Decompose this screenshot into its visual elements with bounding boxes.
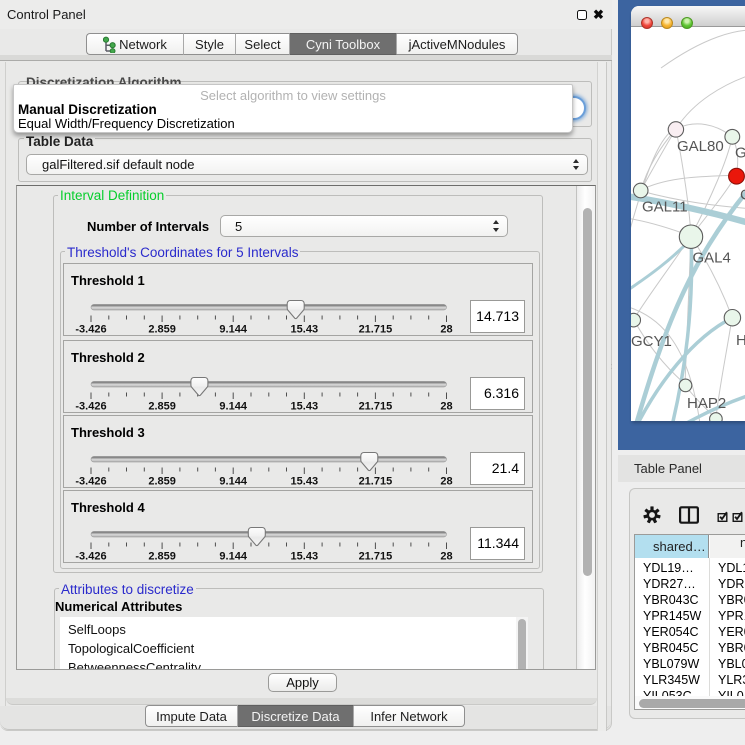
- svg-text:GAL80: GAL80: [677, 138, 724, 155]
- svg-text:GA: GA: [735, 145, 745, 162]
- svg-text:GAL11: GAL11: [642, 199, 688, 216]
- svg-text:C: C: [740, 187, 745, 204]
- svg-text:HAP2: HAP2: [687, 395, 726, 412]
- svg-text:GCY1: GCY1: [631, 333, 672, 350]
- svg-text:H: H: [736, 332, 745, 349]
- svg-text:GAL4: GAL4: [693, 250, 731, 267]
